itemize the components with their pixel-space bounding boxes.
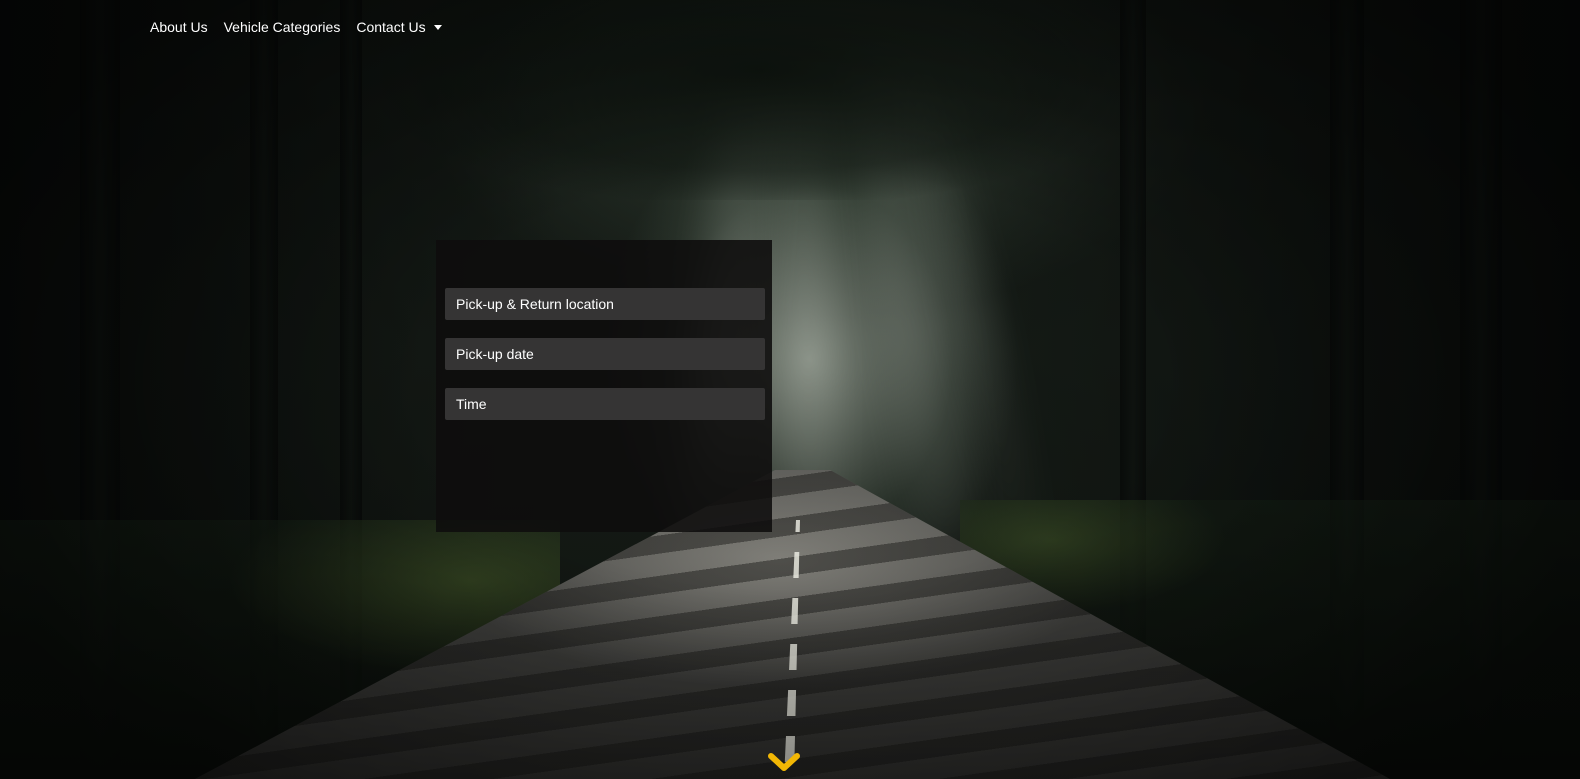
main-nav: About Us Vehicle Categories Contact Us: [150, 17, 442, 37]
nav-vehicle-categories-label: Vehicle Categories: [223, 19, 341, 35]
nav-vehicle-categories[interactable]: Vehicle Categories: [224, 17, 341, 37]
nav-contact-us-label: Contact Us: [356, 19, 426, 35]
nav-about-us-label: About Us: [150, 19, 208, 35]
pickup-time-input[interactable]: [445, 388, 765, 420]
pickup-date-input[interactable]: [445, 338, 765, 370]
caret-down-icon: [433, 24, 442, 30]
chevron-down-icon: [768, 753, 800, 771]
nav-contact-us-dropdown[interactable]: Contact Us: [356, 17, 442, 37]
nav-about-us[interactable]: About Us: [150, 17, 208, 37]
booking-panel: [436, 240, 772, 532]
vignette: [0, 0, 1580, 779]
hero-section: About Us Vehicle Categories Contact Us: [0, 0, 1580, 779]
scroll-down-button[interactable]: [767, 751, 801, 775]
pickup-location-input[interactable]: [445, 288, 765, 320]
